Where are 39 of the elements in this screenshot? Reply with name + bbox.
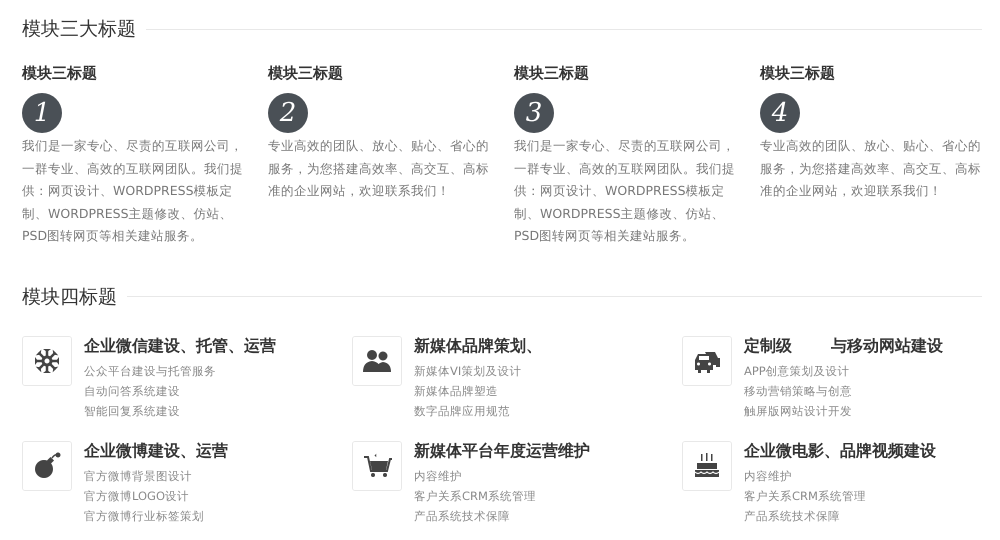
number-badge: 2 (268, 93, 308, 133)
service-item: 公众平台建设与托管服务 (84, 362, 217, 380)
column-text: 专业高效的团队、放心、贴心、省心的服务，为您搭建高效率、高交互、高标准的企业网站，欢迎联系我们！ (268, 137, 490, 200)
service-item: 自动问答系统建设 (84, 382, 181, 400)
service-title: 新媒体平台年度运营维护 (414, 440, 590, 462)
service-item: 数字品牌应用规范 (414, 402, 511, 420)
number-badge: 4 (760, 93, 800, 133)
service-item: 内容维护 (744, 468, 793, 484)
service-title: 新媒体品牌策划、 (414, 336, 542, 356)
service-item: 内容维护 (414, 468, 463, 484)
column-text: 我们是一家专心、尽责的互联网公司，一群专业、高效的互联网团队。我们提供：网页设计、WORDPRESS模板定制、WORDPRESS主题修改、仿站、PSD图转网页等相关建站服务。 (22, 137, 244, 245)
bomb-icon (32, 450, 62, 480)
service-item: 触屏版网站设计开发 (744, 402, 853, 420)
section-title: 模块四标题 (22, 284, 117, 310)
service-item: 新媒体品牌塑造 (414, 382, 499, 400)
column-heading: 模块三标题 (514, 64, 590, 83)
service-title: 企业微博建设、运营 (84, 440, 228, 462)
service-item: 官方微博行业标签策划 (84, 508, 205, 524)
service-title: 定制级 与移动网站建设 (744, 336, 943, 356)
service-item: 产品系统技术保障 (414, 508, 511, 524)
service-item: 官方微博背景图设计 (84, 468, 193, 484)
service-title: 企业微信建设、托管、运营 (84, 336, 276, 356)
number-badge: 1 (22, 93, 62, 133)
column-text: 我们是一家专心、尽责的互联网公司，一群专业、高效的互联网团队。我们提供：网页设计、WORDPRESS模板定制、WORDPRESS主题修改、仿站、PSD图转网页等相关建站服务。 (514, 137, 736, 245)
column-heading: 模块三标题 (268, 64, 344, 83)
column-heading: 模块三标题 (760, 64, 836, 83)
section-title: 模块三大标题 (22, 17, 136, 42)
service-item: APP创意策划及设计 (744, 362, 851, 380)
service-item: 智能回复系统建设 (84, 402, 181, 420)
column-heading: 模块三标题 (22, 64, 98, 83)
service-item: 客户关系CRM系统管理 (414, 488, 537, 504)
service-item: 官方微博LOGO设计 (84, 488, 190, 504)
service-item: 新媒体VI策划及设计 (414, 362, 522, 380)
column-text: 专业高效的团队、放心、贴心、省心的服务，为您搭建高效率、高交互、高标准的企业网站，欢迎联系我们！ (760, 137, 982, 200)
service-item: 移动营销策略与创意 (744, 382, 853, 400)
service-item: 产品系统技术保障 (744, 508, 841, 524)
number-badge: 3 (514, 93, 554, 133)
service-title: 企业微电影、品牌视频建设 (744, 440, 936, 462)
service-item: 客户关系CRM系统管理 (744, 488, 867, 504)
